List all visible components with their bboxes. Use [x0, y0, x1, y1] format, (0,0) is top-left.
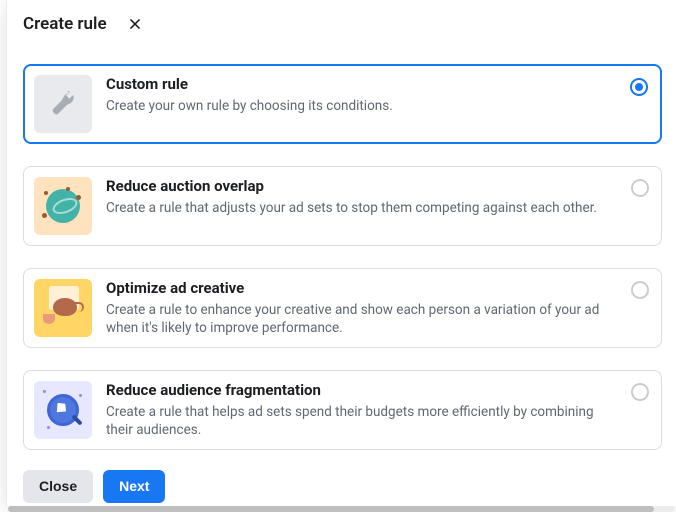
scrollbar-track: [8, 506, 674, 512]
radio-indicator[interactable]: [631, 281, 649, 299]
option-optimize-ad-creative[interactable]: Optimize ad creative Create a rule to en…: [23, 268, 662, 348]
wrench-icon: [34, 75, 92, 133]
option-body: Custom rule Create your own rule by choo…: [106, 75, 649, 115]
horizontal-scrollbar[interactable]: [8, 506, 674, 512]
close-icon[interactable]: [125, 14, 145, 34]
globe-icon: [34, 177, 92, 235]
option-title: Custom rule: [106, 75, 619, 95]
option-description: Create a rule to enhance your creative a…: [106, 301, 619, 337]
options-list: Custom rule Create your own rule by choo…: [7, 44, 676, 456]
option-title: Optimize ad creative: [106, 279, 619, 299]
option-reduce-auction-overlap[interactable]: Reduce auction overlap Create a rule tha…: [23, 166, 662, 246]
option-title: Reduce auction overlap: [106, 177, 619, 197]
dialog-footer: Close Next: [7, 456, 676, 512]
option-body: Reduce auction overlap Create a rule tha…: [106, 177, 649, 217]
diamond-search-icon: [34, 381, 92, 439]
create-rule-dialog: Create rule Custom rule Create your own …: [6, 0, 676, 506]
dialog-title: Create rule: [23, 14, 107, 34]
radio-indicator[interactable]: [631, 383, 649, 401]
option-reduce-audience-fragmentation[interactable]: Reduce audience fragmentation Create a r…: [23, 370, 662, 450]
kettle-icon: [34, 279, 92, 337]
radio-indicator[interactable]: [631, 179, 649, 197]
option-custom-rule[interactable]: Custom rule Create your own rule by choo…: [23, 64, 662, 144]
radio-indicator[interactable]: [630, 78, 648, 96]
option-description: Create a rule that adjusts your ad sets …: [106, 199, 619, 217]
option-description: Create your own rule by choosing its con…: [106, 97, 619, 115]
scrollbar-thumb[interactable]: [8, 506, 654, 512]
option-description: Create a rule that helps ad sets spend t…: [106, 403, 619, 439]
next-button[interactable]: Next: [103, 470, 165, 503]
dialog-header: Create rule: [7, 0, 676, 44]
close-button[interactable]: Close: [23, 470, 93, 503]
option-body: Reduce audience fragmentation Create a r…: [106, 381, 649, 439]
option-body: Optimize ad creative Create a rule to en…: [106, 279, 649, 337]
option-title: Reduce audience fragmentation: [106, 381, 619, 401]
